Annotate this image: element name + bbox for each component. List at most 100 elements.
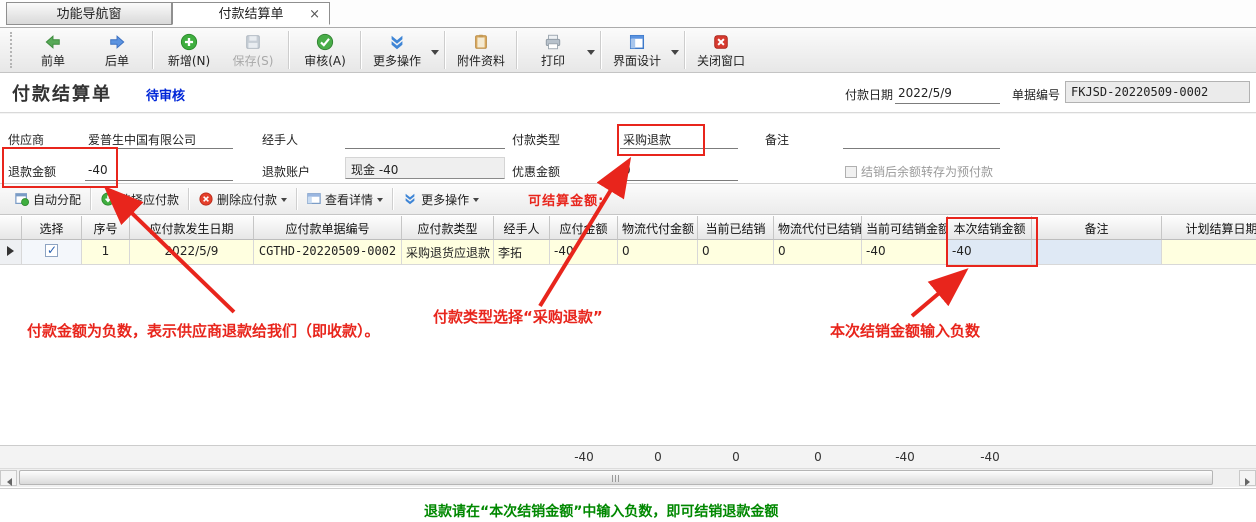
remark-label: 备注 [765, 131, 789, 148]
total-logistics-amount: 0 [618, 446, 698, 469]
select-payable-button[interactable]: 选择应付款 [94, 187, 186, 211]
view-detail-button[interactable]: 查看详情 [300, 187, 390, 211]
cell-settleable-amount: -40 [862, 240, 948, 265]
toolbar-separator [600, 31, 602, 69]
pay-date-field[interactable]: 2022/5/9 [895, 83, 1000, 104]
pay-type-field[interactable]: 采购退款 [620, 128, 738, 149]
toolbar-separator [296, 188, 298, 210]
col-select[interactable]: 选择 [22, 216, 82, 240]
next-doc-button[interactable]: 后单 [85, 29, 149, 71]
main-toolbar: 前单 后单 新增(N) 保存(S) 审核(A) [0, 28, 1256, 73]
col-plan-settle-date[interactable]: 计划结算日期 [1162, 216, 1256, 240]
col-payable-doc-no[interactable]: 应付款单据编号 [254, 216, 402, 240]
supplier-label: 供应商 [8, 131, 44, 148]
cell-remark[interactable] [1032, 240, 1162, 265]
close-window-icon [712, 31, 730, 51]
refund-amount-field[interactable]: -40 [85, 160, 233, 181]
horizontal-scrollbar[interactable] [0, 468, 1256, 487]
handler-label: 经手人 [262, 131, 298, 148]
clipboard-icon [472, 31, 490, 51]
toolbar-separator [288, 31, 290, 69]
col-settled[interactable]: 当前已结销 [698, 216, 774, 240]
ui-design-dropdown-icon[interactable] [671, 50, 679, 59]
grid-totals-row: -40 0 0 0 -40 -40 [0, 445, 1256, 469]
add-button[interactable]: 新增(N) [157, 29, 221, 71]
transfer-balance-checkbox[interactable]: 结销后余额转存为预付款 [845, 161, 993, 180]
scrollbar-thumb[interactable] [19, 470, 1213, 485]
table-row[interactable]: 1 2022/5/9 CGTHD-20220509-0002 采购退货应退款 李… [0, 240, 1256, 265]
cell-logistics-settled: 0 [774, 240, 862, 265]
next-doc-label: 后单 [105, 52, 129, 69]
col-settleable-amount[interactable]: 当前可结销金额 [862, 216, 948, 240]
close-window-button[interactable]: 关闭窗口 [689, 29, 753, 71]
grid-more-operations-button[interactable]: 更多操作 [396, 187, 486, 211]
col-logistics-settled[interactable]: 物流代付已结销 [774, 216, 862, 240]
prev-doc-button[interactable]: 前单 [21, 29, 85, 71]
scroll-right-button[interactable] [1239, 470, 1256, 486]
annotation-refund-negative: 付款金额为负数，表示供应商退款给我们（即收款）。 [27, 320, 380, 341]
cell-current-settle-amount[interactable]: -40 [948, 240, 1032, 265]
auto-allocate-button[interactable]: 自动分配 [8, 187, 88, 211]
col-remark[interactable]: 备注 [1032, 216, 1162, 240]
toolbar-separator [152, 31, 154, 69]
cell-settled: 0 [698, 240, 774, 265]
audit-check-icon [316, 31, 334, 51]
print-dropdown-icon[interactable] [587, 50, 595, 59]
refund-tip-text: 退款请在“本次结销金额”中输入负数，即可结销退款金额 [424, 501, 778, 521]
view-detail-icon [307, 192, 321, 206]
toolbar-separator [392, 188, 394, 210]
col-seq[interactable]: 序号 [82, 216, 130, 240]
row-checkbox-checked-icon[interactable] [45, 244, 58, 257]
row-select-cell[interactable] [22, 240, 82, 265]
delete-payable-button[interactable]: 删除应付款 [192, 187, 294, 211]
payment-settlement-window: 功能导航窗 付款结算单 × 前单 后单 新增(N) [0, 0, 1256, 522]
delete-dropdown-icon[interactable] [281, 198, 287, 205]
print-label: 打印 [541, 52, 565, 69]
doc-no-field: FKJSD-20220509-0002 [1065, 81, 1250, 103]
ui-design-button[interactable]: 界面设计 [605, 29, 669, 71]
remark-field[interactable] [843, 128, 1000, 149]
pay-type-label: 付款类型 [512, 131, 560, 148]
transfer-balance-label: 结销后余额转存为预付款 [861, 165, 993, 179]
attachments-button[interactable]: 附件资料 [449, 29, 513, 71]
tab-function-nav[interactable]: 功能导航窗 [6, 2, 172, 25]
grid-more-operations-label: 更多操作 [421, 191, 469, 208]
toolbar-drag-handle[interactable] [10, 32, 15, 68]
discount-field[interactable]: 0 [620, 160, 738, 181]
handler-field[interactable] [345, 128, 505, 149]
supplier-field[interactable]: 爱普生中国有限公司 [85, 128, 233, 149]
tab-close-icon[interactable]: × [309, 3, 320, 26]
delete-payable-icon [199, 192, 213, 206]
ui-design-label: 界面设计 [613, 52, 661, 69]
toolbar-separator [360, 31, 362, 69]
scroll-left-button[interactable] [0, 470, 17, 486]
scroll-right-icon [1245, 478, 1254, 486]
col-current-settle-amount[interactable]: 本次结销金额 [948, 216, 1032, 240]
audit-button[interactable]: 审核(A) [293, 29, 357, 71]
refund-account-field[interactable]: 现金 -40 [345, 157, 505, 179]
scrollbar-grip-icon [612, 475, 620, 482]
tab-payment-doc[interactable]: 付款结算单 × [172, 2, 330, 25]
view-detail-dropdown-icon[interactable] [377, 198, 383, 205]
col-payable-amount[interactable]: 应付金额 [550, 216, 618, 240]
scroll-left-icon [3, 478, 12, 486]
more-operations-dropdown-icon[interactable] [431, 50, 439, 59]
col-payable-date[interactable]: 应付款发生日期 [130, 216, 254, 240]
refund-amount-label: 退款金额 [8, 163, 56, 180]
row-indicator-icon [7, 246, 14, 256]
col-logistics-amount[interactable]: 物流代付金额 [618, 216, 698, 240]
more-operations-button[interactable]: 更多操作 [365, 29, 429, 71]
tab-payment-doc-label: 付款结算单 [218, 7, 283, 22]
save-icon [244, 31, 262, 51]
col-payable-type[interactable]: 应付款类型 [402, 216, 494, 240]
grid-more-dropdown-icon[interactable] [473, 198, 479, 205]
prev-doc-label: 前单 [41, 52, 65, 69]
total-payable-amount: -40 [550, 446, 618, 469]
print-button[interactable]: 打印 [521, 29, 585, 71]
toolbar-separator [684, 31, 686, 69]
save-label: 保存(S) [233, 52, 274, 69]
cell-payable-doc-no: CGTHD-20220509-0002 [254, 240, 402, 265]
double-chevron-down-icon [388, 31, 406, 51]
col-handler[interactable]: 经手人 [494, 216, 550, 240]
pay-date-label: 付款日期 [845, 86, 893, 103]
